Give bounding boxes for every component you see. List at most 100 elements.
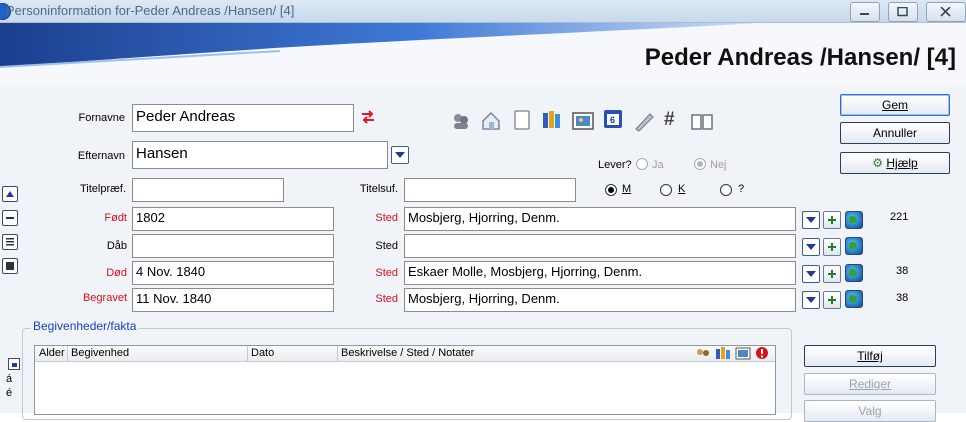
window-title-bar: Personinformation for-Peder Andreas /Han… — [0, 0, 966, 23]
sex-m-radio[interactable] — [605, 184, 617, 196]
close-button[interactable] — [926, 2, 966, 22]
event-place-dab[interactable] — [404, 234, 796, 258]
event-sted-label-fodt: Sted — [375, 212, 398, 224]
event-label-dod: Død — [106, 267, 127, 279]
view-line-button[interactable] — [2, 210, 18, 226]
pen-icon[interactable] — [633, 110, 655, 132]
event-place-dod[interactable]: Eskaer Molle, Mosbjerg, Hjorring, Denm. — [404, 261, 796, 285]
people-icon[interactable] — [450, 110, 472, 132]
events-legend: Begivenheder/fakta — [31, 319, 139, 333]
efternavn-dropdown-button[interactable] — [391, 146, 409, 164]
cancel-button[interactable]: Annuller — [840, 122, 950, 144]
add-event-label: Tilføj — [857, 349, 883, 363]
add-place-button-fodt[interactable] — [823, 211, 841, 229]
column-header-begivenhed[interactable]: Begivenhed — [71, 347, 129, 359]
page-title: Peder Andreas /Hansen/ [4] — [644, 44, 956, 71]
list-view-toggle[interactable] — [8, 358, 20, 370]
event-date-dod[interactable]: 4 Nov. 1840 — [132, 261, 334, 285]
people-icon — [697, 349, 709, 356]
maximize-button[interactable] — [888, 2, 918, 22]
event-date-fodt[interactable]: 1802 — [132, 207, 334, 231]
warning-icon — [756, 347, 768, 359]
save-button-label: Gem — [881, 98, 908, 112]
maximize-icon — [897, 7, 908, 17]
arrow-up-icon — [6, 191, 14, 197]
open-book-icon[interactable] — [690, 110, 713, 132]
edit-event-label: Rediger — [848, 377, 892, 391]
minimize-icon — [860, 13, 869, 15]
save-button[interactable]: Gem — [840, 94, 950, 116]
event-count-begravet: 38 — [896, 292, 909, 304]
column-header-alder[interactable]: Alder — [39, 347, 65, 359]
swap-arrows-icon — [362, 110, 374, 124]
event-label-dab: Dåb — [106, 240, 127, 252]
event-place-begravet[interactable]: Mosbjerg, Hjorring, Denm. — [404, 288, 796, 312]
books-icon[interactable] — [541, 108, 563, 130]
calendar-icon[interactable]: 6 — [602, 108, 624, 130]
photo-icon — [735, 347, 751, 360]
titelpraef-label: Titelpræf. — [79, 183, 126, 195]
efternavn-label: Efternavn — [77, 150, 125, 162]
sort-ascending-icon[interactable]: á — [6, 373, 12, 385]
help-button[interactable]: ⚙ Hjælp — [840, 152, 950, 174]
event-place-dropdown-dab[interactable] — [802, 238, 820, 256]
titelpraef-field[interactable] — [132, 178, 284, 202]
cancel-button-label: Annuller — [872, 126, 918, 140]
event-date-begravet[interactable]: 11 Nov. 1840 — [132, 288, 334, 312]
minimize-button[interactable] — [850, 2, 880, 22]
hash-icon[interactable]: # — [664, 109, 686, 131]
event-place-dropdown-dod[interactable] — [802, 265, 820, 283]
efternavn-field[interactable]: Hansen — [132, 141, 388, 169]
add-event-button[interactable]: Tilføj — [804, 345, 936, 367]
swap-names-button[interactable] — [360, 110, 376, 124]
sex-unknown-radio[interactable] — [720, 184, 732, 196]
block-icon — [6, 262, 14, 270]
lever-ja-label: Ja — [652, 159, 664, 171]
single-line-icon — [6, 217, 14, 219]
sort-descending-icon[interactable]: é — [6, 387, 12, 399]
event-place-fodt[interactable]: Mosbjerg, Hjorring, Denm. — [404, 207, 796, 231]
sex-unknown-label: ? — [738, 183, 745, 195]
blue-square-icon — [12, 363, 17, 367]
photo-icon[interactable] — [572, 110, 594, 132]
globe-icon[interactable] — [845, 211, 863, 229]
events-list-header: Alder Begivenhed Dato Beskrivelse / Sted… — [35, 346, 775, 362]
books-icon — [716, 347, 730, 359]
event-place-dropdown-fodt[interactable] — [802, 211, 820, 229]
navigate-up-button[interactable] — [2, 186, 18, 202]
column-header-beskrivelse[interactable]: Beskrivelse / Sted / Notater — [341, 347, 474, 359]
event-count-fodt: 221 — [890, 211, 909, 223]
add-place-button-begravet[interactable] — [823, 291, 841, 309]
globe-icon[interactable] — [845, 264, 863, 282]
lever-ja-radio[interactable] — [636, 158, 648, 170]
svg-text:6: 6 — [610, 115, 615, 125]
notepad-icon[interactable] — [511, 109, 533, 131]
titelsuf-field[interactable] — [404, 178, 576, 202]
house-icon[interactable] — [480, 110, 502, 132]
lever-nej-label: Nej — [710, 159, 727, 171]
lever-nej-radio[interactable] — [694, 158, 706, 170]
help-icon: ⚙ — [872, 156, 884, 170]
add-place-button-dod[interactable] — [823, 265, 841, 283]
globe-icon[interactable] — [845, 237, 863, 255]
edit-event-button[interactable]: Rediger — [804, 373, 936, 395]
list-icon — [6, 238, 14, 246]
column-header-dato[interactable]: Dato — [251, 347, 274, 359]
globe-icon[interactable] — [845, 290, 863, 308]
sex-m-label: M — [622, 183, 632, 195]
event-count-dod: 38 — [896, 265, 909, 277]
event-sted-label-dod: Sted — [375, 267, 398, 279]
event-date-dab[interactable] — [132, 234, 334, 258]
view-list-button[interactable] — [2, 234, 18, 250]
options-label: Valg — [858, 404, 882, 418]
event-place-dropdown-begravet[interactable] — [802, 291, 820, 309]
close-icon — [940, 7, 951, 17]
lever-label: Lever? — [598, 159, 632, 171]
fornavne-field[interactable]: Peder Andreas — [132, 104, 354, 132]
titelsuf-label: Titelsuf. — [359, 183, 398, 195]
options-button[interactable]: Valg — [804, 400, 936, 422]
sex-k-radio[interactable] — [660, 184, 672, 196]
view-block-button[interactable] — [2, 258, 18, 274]
add-place-button-dab[interactable] — [823, 238, 841, 256]
fornavne-label: Fornavne — [78, 112, 125, 124]
